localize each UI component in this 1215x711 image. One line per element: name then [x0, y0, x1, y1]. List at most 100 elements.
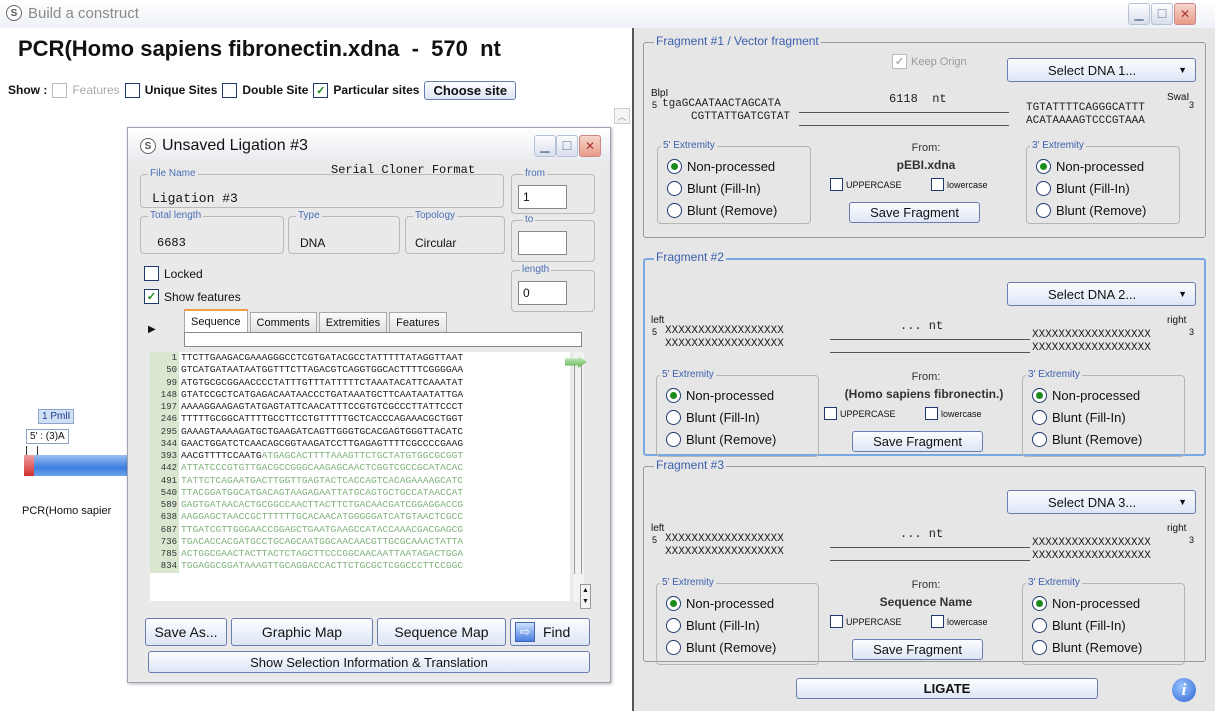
radio-button[interactable] — [1036, 158, 1051, 174]
keep-origin-checkbox[interactable]: ✓ — [892, 54, 907, 69]
radio-button[interactable] — [1032, 409, 1047, 425]
maximize-button[interactable]: ☐ — [1151, 3, 1173, 25]
3-prime-option-remove[interactable]: Blunt (Remove) — [1032, 637, 1142, 657]
uppercase-checkbox[interactable] — [830, 178, 843, 191]
sequence-line[interactable]: 246 TTTTTGCGGCATTTTGCCTTCCTGTTTTTGCTCACCC… — [150, 413, 570, 426]
5-prime-option-fill[interactable]: Blunt (Fill-In) — [666, 615, 760, 635]
radio-button[interactable] — [666, 409, 681, 425]
radio-button[interactable] — [1036, 180, 1051, 196]
sequence-search-input[interactable] — [184, 332, 582, 347]
save-fragment-2-button[interactable]: Save Fragment — [852, 431, 983, 452]
select-dna-3-dropdown[interactable]: Select DNA 3... ▼ — [1007, 490, 1196, 514]
sequence-line[interactable]: 491 TATTCTCAGAATGACTTGGTTGAGTACTCACCAGTCA… — [150, 474, 570, 487]
radio-button[interactable] — [667, 158, 682, 174]
3-prime-option-remove[interactable]: Blunt (Remove) — [1032, 429, 1142, 449]
tab-sequence[interactable]: Sequence — [184, 309, 248, 333]
to-input[interactable] — [518, 231, 567, 255]
radio-button[interactable] — [666, 617, 681, 633]
radio-button[interactable] — [666, 431, 681, 447]
ligation-close-button[interactable]: ✕ — [579, 135, 601, 157]
sequence-line[interactable]: 99 ATGTGCGCGGAACCCCTATTTGTTTATTTTTCTAAATA… — [150, 376, 570, 389]
5-prime-option-remove[interactable]: Blunt (Remove) — [666, 429, 776, 449]
dna-map-bar[interactable] — [24, 455, 128, 476]
radio-button[interactable] — [667, 202, 682, 218]
radio-button[interactable] — [667, 180, 682, 196]
radio-button[interactable] — [1032, 387, 1047, 403]
5-prime-option-non[interactable]: Non-processed — [666, 593, 774, 613]
5-prime-option-remove[interactable]: Blunt (Remove) — [666, 637, 776, 657]
sequence-line[interactable]: 589 GAGTGATAACACTGCGGCCAACTTACTTCTGACAACG… — [150, 499, 570, 512]
radio-button[interactable] — [1032, 431, 1047, 447]
3-prime-option-remove[interactable]: Blunt (Remove) — [1036, 200, 1146, 220]
scroll-stepper-icon[interactable]: ▲ ▼ — [580, 584, 591, 609]
show-selection-button[interactable]: Show Selection Information & Translation — [148, 651, 590, 673]
sequence-line[interactable]: 687 TTGATCGTTGGGAACCGGAGCTGAATGAAGCCATACC… — [150, 523, 570, 536]
3-prime-option-fill[interactable]: Blunt (Fill-In) — [1032, 615, 1126, 635]
ligation-minimize-button[interactable]: ▁ — [534, 135, 556, 157]
radio-button[interactable] — [1032, 617, 1047, 633]
choose-site-button[interactable]: Choose site — [424, 80, 517, 100]
sequence-map-button[interactable]: Sequence Map — [377, 618, 506, 646]
select-dna-2-dropdown[interactable]: Select DNA 2... ▼ — [1007, 282, 1196, 306]
sequence-line[interactable]: 50 GTCATGATAATAATGGTTTCTTAGACGTCAGGTGGCAC… — [150, 364, 570, 377]
sequence-view[interactable]: 1 TTCTTGAAGACGAAAGGGCCTCGTGATACGCCTATTTTT… — [150, 352, 570, 601]
3-prime-option-fill[interactable]: Blunt (Fill-In) — [1036, 178, 1130, 198]
sequence-line[interactable]: 442 ATTATCCCGTGTTGACGCCGGGCAAGAGCAACTCGGT… — [150, 462, 570, 475]
ligation-maximize-button[interactable]: ☐ — [556, 135, 578, 157]
map-scroll-up-icon[interactable]: ︿ — [614, 108, 630, 124]
sequence-line[interactable]: 785 ACTGGCGAACTACTTACTCTAGCTTCCCGGCAACAAT… — [150, 548, 570, 561]
3-prime-option-non[interactable]: Non-processed — [1032, 593, 1140, 613]
uppercase-checkbox[interactable] — [830, 615, 843, 628]
radio-button[interactable] — [1036, 202, 1051, 218]
select-dna-1-dropdown[interactable]: Select DNA 1... ▼ — [1007, 58, 1196, 82]
show-features-checkbox[interactable]: ✓ — [144, 289, 159, 304]
sequence-line[interactable]: 295 GAAAGTAAAAGATGCTGAAGATCAGTTGGGTGCACGA… — [150, 425, 570, 438]
particular-sites-checkbox[interactable]: ✓ — [313, 82, 329, 98]
5-prime-option-non[interactable]: Non-processed — [666, 385, 774, 405]
unique-sites-checkbox[interactable] — [124, 82, 140, 98]
lowercase-checkbox[interactable] — [931, 615, 944, 628]
length-input[interactable]: 0 — [518, 281, 567, 305]
sequence-line[interactable]: 344 GAACTGGATCTCAACAGCGGTAAGATCCTTGAGAGTT… — [150, 437, 570, 450]
tab-features[interactable]: Features — [389, 312, 447, 333]
sequence-line[interactable]: 197 AAAAGGAAGAGTATGAGTATTCAACATTTCCGTGTCG… — [150, 401, 570, 414]
sequence-line[interactable]: 736 TGACACCACGATGCCTGCAGCAATGGCAACAACGTTG… — [150, 535, 570, 548]
sequence-line[interactable]: 393 AACGTTTTCCAATG ATGAGCACTTTTAAAGTTCTGCT… — [150, 450, 570, 463]
sequence-line[interactable]: 540 TTACGGATGGCATGACAGTAAGAGAATTATGCAGTGC… — [150, 486, 570, 499]
5-prime-option-fill[interactable]: Blunt (Fill-In) — [667, 178, 761, 198]
info-icon[interactable]: i — [1172, 678, 1196, 702]
sequence-line[interactable]: 1 TTCTTGAAGACGAAAGGGCCTCGTGATACGCCTATTTTT… — [150, 352, 570, 365]
file-name-field[interactable]: Ligation #3 — [152, 191, 238, 206]
5-prime-option-remove[interactable]: Blunt (Remove) — [667, 200, 777, 220]
3-prime-option-non[interactable]: Non-processed — [1036, 156, 1144, 176]
3-prime-option-non[interactable]: Non-processed — [1032, 385, 1140, 405]
5-prime-option-fill[interactable]: Blunt (Fill-In) — [666, 407, 760, 427]
enzyme-site-tag[interactable]: 1 PmlI — [38, 409, 75, 424]
minimize-button[interactable]: ▁ — [1128, 3, 1150, 25]
find-button[interactable]: ⇨ Find — [510, 618, 590, 646]
lowercase-checkbox[interactable] — [925, 407, 938, 420]
radio-button[interactable] — [666, 387, 681, 403]
radio-button[interactable] — [666, 639, 681, 655]
dna-map-feature[interactable] — [24, 455, 34, 476]
radio-button[interactable] — [1032, 639, 1047, 655]
close-button[interactable]: ✕ — [1174, 3, 1196, 25]
5-prime-option-non[interactable]: Non-processed — [667, 156, 775, 176]
lowercase-checkbox[interactable] — [931, 178, 944, 191]
ligate-button[interactable]: LIGATE — [796, 678, 1098, 699]
radio-button[interactable] — [666, 595, 681, 611]
double-site-checkbox[interactable] — [222, 82, 238, 98]
sequence-line[interactable]: 148 GTATCCGCTCATGAGACAATAACCCTGATAAATGCTT… — [150, 388, 570, 401]
save-fragment-1-button[interactable]: Save Fragment — [849, 202, 980, 223]
from-input[interactable]: 1 — [518, 185, 567, 209]
uppercase-checkbox[interactable] — [824, 407, 837, 420]
tab-comments[interactable]: Comments — [249, 312, 317, 333]
3-prime-option-fill[interactable]: Blunt (Fill-In) — [1032, 407, 1126, 427]
tab-extremities[interactable]: Extremities — [318, 312, 388, 333]
radio-button[interactable] — [1032, 595, 1047, 611]
graphic-map-button[interactable]: Graphic Map — [231, 618, 373, 646]
features-checkbox[interactable] — [52, 82, 68, 98]
sequence-line[interactable]: 834 TGGAGGCGGATAAAGTTGCAGGACCACTTCTGCGCTC… — [150, 560, 570, 573]
sequence-line[interactable]: 638 AAGGAGCTAACCGCTTTTTTGCACAACATGGGGGATC… — [150, 511, 570, 524]
save-as-button[interactable]: Save As... — [145, 618, 227, 646]
